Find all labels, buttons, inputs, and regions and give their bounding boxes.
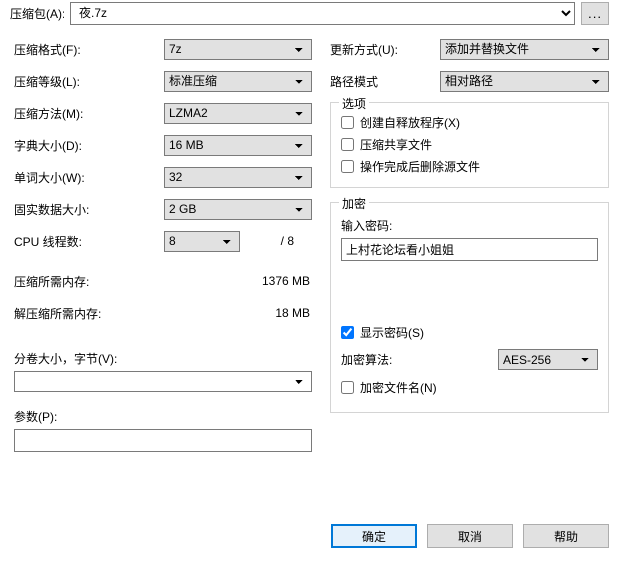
password-input[interactable] [341,238,598,261]
sfx-label: 创建自释放程序(X) [360,114,460,131]
volume-select[interactable] [14,371,312,392]
shared-checkbox[interactable] [341,138,354,151]
volume-label: 分卷大小，字节(V): [14,350,312,367]
archive-name-select[interactable]: 夜.7z [70,2,575,25]
sfx-checkbox[interactable] [341,116,354,129]
password-label: 输入密码: [341,217,598,234]
shared-label: 压缩共享文件 [360,136,432,153]
show-password-checkbox[interactable] [341,326,354,339]
level-select[interactable]: 标准压缩 [164,71,312,92]
options-group: 选项 创建自释放程序(X) 压缩共享文件 操作完成后删除源文件 [330,102,609,188]
update-select[interactable]: 添加并替换文件 [440,39,609,60]
threads-total: / 8 [240,234,300,248]
encrypt-names-label: 加密文件名(N) [360,379,437,396]
options-title: 选项 [339,95,369,112]
word-select[interactable]: 32 [164,167,312,188]
word-label: 单词大小(W): [14,169,164,186]
dict-select[interactable]: 16 MB [164,135,312,156]
solid-select[interactable]: 2 GB [164,199,312,220]
encrypt-group: 加密 输入密码: 显示密码(S) 加密算法: AES-256 加密文件名(N) [330,202,609,413]
help-button[interactable]: 帮助 [523,524,609,548]
update-label: 更新方式(U): [330,41,440,58]
format-select[interactable]: 7z [164,39,312,60]
path-select[interactable]: 相对路径 [440,71,609,92]
format-label: 压缩格式(F): [14,41,164,58]
delete-checkbox[interactable] [341,160,354,173]
algorithm-label: 加密算法: [341,351,392,368]
archive-label: 压缩包(A): [10,5,64,22]
encrypt-title: 加密 [339,195,369,212]
mem-compress-label: 压缩所需内存: [14,273,164,290]
params-input[interactable] [14,429,312,452]
level-label: 压缩等级(L): [14,73,164,90]
threads-select[interactable]: 8 [164,231,240,252]
method-label: 压缩方法(M): [14,105,164,122]
mem-compress-value: 1376 MB [164,274,312,288]
browse-button[interactable]: ... [581,2,609,25]
delete-label: 操作完成后删除源文件 [360,158,480,175]
dict-label: 字典大小(D): [14,137,164,154]
mem-decompress-value: 18 MB [164,306,312,320]
path-label: 路径模式 [330,73,440,90]
cancel-button[interactable]: 取消 [427,524,513,548]
encrypt-names-checkbox[interactable] [341,381,354,394]
method-select[interactable]: LZMA2 [164,103,312,124]
params-label: 参数(P): [14,408,312,425]
mem-decompress-label: 解压缩所需内存: [14,305,164,322]
algorithm-select[interactable]: AES-256 [498,349,598,370]
ok-button[interactable]: 确定 [331,524,417,548]
show-password-label: 显示密码(S) [360,324,424,341]
threads-label: CPU 线程数: [14,233,164,250]
solid-label: 固实数据大小: [14,201,164,218]
